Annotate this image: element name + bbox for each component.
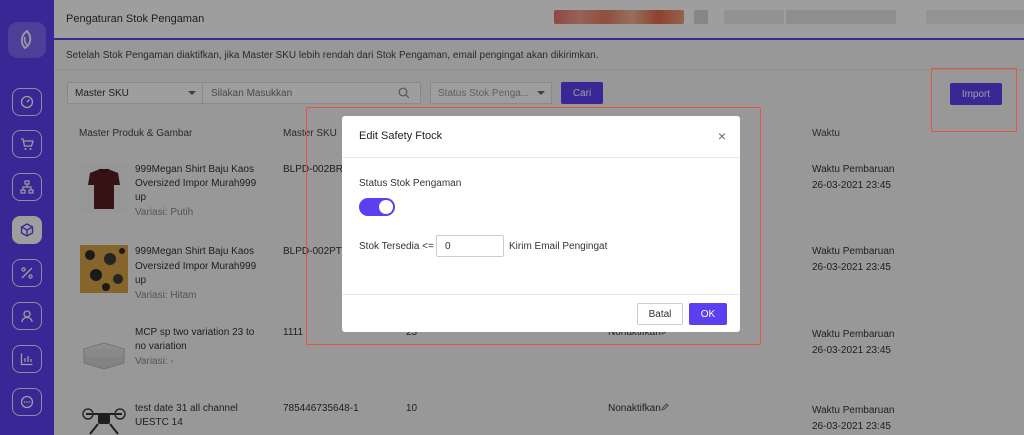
highlight-box bbox=[306, 107, 761, 345]
highlight-box bbox=[931, 68, 1017, 132]
